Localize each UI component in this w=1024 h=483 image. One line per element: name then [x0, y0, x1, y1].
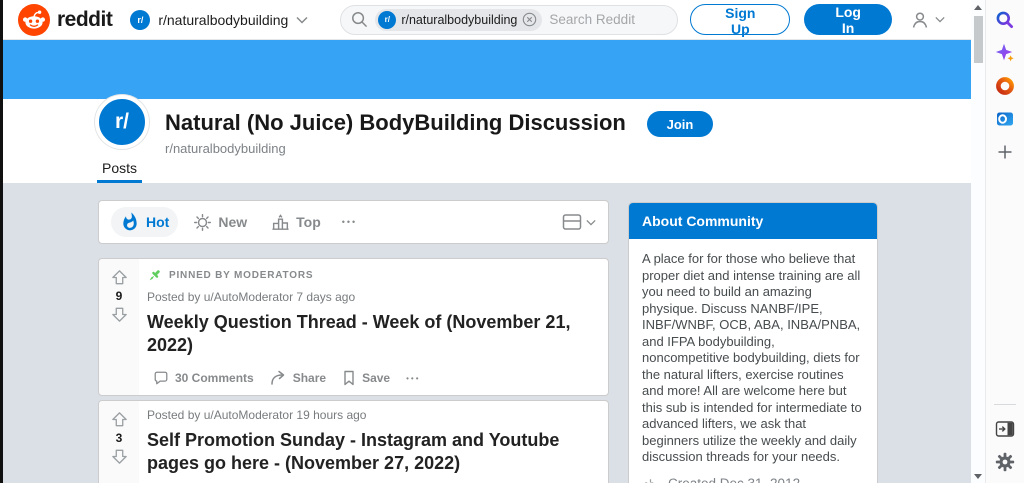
- downvote-icon[interactable]: [110, 305, 129, 324]
- snoo-icon: [18, 4, 50, 36]
- sort-more-button[interactable]: •••: [336, 212, 363, 232]
- outlook-icon[interactable]: [994, 108, 1016, 130]
- chevron-down-icon: [586, 219, 596, 226]
- downvote-icon[interactable]: [110, 447, 129, 466]
- community-banner: [3, 40, 971, 99]
- post-card[interactable]: 3 Posted by u/AutoModerator 19 hours ago…: [98, 400, 609, 483]
- tab-posts[interactable]: Posts: [97, 160, 142, 183]
- edge-sidebar: [985, 0, 1024, 483]
- post-meta[interactable]: Posted by u/AutoModerator 19 hours ago: [147, 408, 598, 422]
- divider: [994, 404, 1016, 405]
- chip-community-icon: r/: [378, 11, 396, 29]
- scroll-thumb[interactable]: [974, 16, 983, 63]
- join-button[interactable]: Join: [647, 111, 713, 137]
- person-icon: [908, 8, 932, 32]
- community-title: Natural (No Juice) BodyBuilding Discussi…: [165, 110, 626, 136]
- search-input[interactable]: [549, 12, 667, 27]
- share-button[interactable]: Share: [264, 366, 332, 390]
- community-avatar[interactable]: r/: [95, 95, 149, 149]
- community-name: r/naturalbodybuilding: [165, 141, 626, 156]
- top-icon: [271, 213, 290, 232]
- reddit-page: reddit r/ r/naturalbodybuilding r/ r/nat…: [0, 0, 971, 483]
- add-icon[interactable]: [994, 141, 1016, 163]
- selected-community-label: r/naturalbodybuilding: [158, 12, 288, 28]
- reddit-wordmark: reddit: [57, 8, 112, 32]
- post-title[interactable]: Weekly Question Thread - Week of (Novemb…: [147, 311, 598, 357]
- bookmark-icon: [342, 370, 356, 386]
- vote-column: 9: [99, 259, 139, 395]
- share-icon: [270, 370, 287, 386]
- post-content: PINNED BY MODERATORS Posted by u/AutoMod…: [139, 259, 608, 395]
- pinned-label: PINNED BY MODERATORS: [169, 270, 313, 281]
- bing-search-icon[interactable]: [994, 9, 1016, 31]
- search-bar[interactable]: r/ r/naturalbodybuilding: [340, 5, 678, 35]
- upvote-icon[interactable]: [110, 268, 129, 287]
- view-selector[interactable]: [562, 213, 596, 231]
- page-body: Hot New: [3, 183, 971, 483]
- login-button[interactable]: Log In: [804, 4, 892, 35]
- browser-window: reddit r/ r/naturalbodybuilding r/ r/nat…: [0, 0, 1024, 483]
- about-community-header: About Community: [629, 203, 877, 239]
- community-chip[interactable]: r/ r/naturalbodybuilding: [375, 9, 542, 31]
- about-community-description: A place for for those who believe that p…: [642, 251, 864, 466]
- post-meta[interactable]: Posted by u/AutoModerator 7 days ago: [147, 290, 598, 304]
- copilot-icon[interactable]: [994, 42, 1016, 64]
- community-icon: r/: [130, 10, 150, 30]
- new-icon: [193, 213, 212, 232]
- about-community-card: About Community A place for for those wh…: [628, 202, 878, 483]
- comment-icon: [153, 370, 169, 386]
- post-card[interactable]: 9: [98, 258, 609, 396]
- posts-column: Hot New: [98, 200, 609, 483]
- chevron-down-icon: [296, 16, 308, 24]
- sort-new-label: New: [218, 214, 247, 230]
- community-selector[interactable]: r/ r/naturalbodybuilding: [122, 5, 316, 35]
- upvote-icon[interactable]: [110, 410, 129, 429]
- sort-new-button[interactable]: New: [184, 208, 256, 237]
- open-sidebar-icon[interactable]: [994, 418, 1016, 440]
- comments-button[interactable]: 30 Comments: [147, 366, 260, 390]
- sort-top-button[interactable]: Top: [262, 208, 330, 237]
- community-created: Created Dec 31, 2012: [642, 475, 864, 483]
- post-content: Posted by u/AutoModerator 19 hours ago S…: [139, 401, 608, 483]
- vote-count: 3: [116, 431, 123, 445]
- post-actions: 30 Comments Share: [147, 366, 598, 390]
- settings-icon[interactable]: [994, 451, 1016, 473]
- pinned-badge: PINNED BY MODERATORS: [147, 268, 598, 283]
- sort-top-label: Top: [296, 214, 321, 230]
- sort-bar: Hot New: [98, 200, 609, 244]
- share-label: Share: [293, 371, 326, 385]
- chip-remove-icon[interactable]: [522, 12, 537, 27]
- reddit-logo[interactable]: reddit: [18, 4, 112, 36]
- card-view-icon: [562, 213, 582, 231]
- post-title[interactable]: Self Promotion Sunday - Instagram and Yo…: [147, 429, 598, 475]
- office-icon[interactable]: [994, 75, 1016, 97]
- post-more-button[interactable]: •••: [400, 370, 426, 387]
- community-header: r/ Natural (No Juice) BodyBuilding Discu…: [3, 99, 971, 183]
- chip-label: r/naturalbodybuilding: [401, 13, 517, 27]
- top-nav: reddit r/ r/naturalbodybuilding r/ r/nat…: [3, 0, 971, 40]
- community-title-block: Natural (No Juice) BodyBuilding Discussi…: [165, 110, 626, 156]
- about-community-body: A place for for those who believe that p…: [629, 239, 877, 483]
- vote-count: 9: [116, 289, 123, 303]
- scroll-up-icon[interactable]: [974, 5, 982, 10]
- signup-button[interactable]: Sign Up: [690, 4, 790, 35]
- chevron-down-icon: [935, 16, 945, 23]
- browser-scrollbar[interactable]: [971, 0, 985, 483]
- pin-icon: [147, 268, 162, 283]
- cake-icon: [642, 475, 659, 483]
- created-label: Created Dec 31, 2012: [668, 476, 800, 483]
- comments-label: 30 Comments: [175, 371, 254, 385]
- scroll-down-icon[interactable]: [974, 474, 982, 479]
- user-menu[interactable]: [908, 8, 945, 32]
- sort-hot-button[interactable]: Hot: [111, 207, 178, 237]
- flame-icon: [120, 212, 140, 232]
- sort-hot-label: Hot: [146, 214, 169, 230]
- search-icon: [351, 11, 368, 28]
- save-label: Save: [362, 371, 390, 385]
- save-button[interactable]: Save: [336, 366, 396, 390]
- vote-column: 3: [99, 401, 139, 483]
